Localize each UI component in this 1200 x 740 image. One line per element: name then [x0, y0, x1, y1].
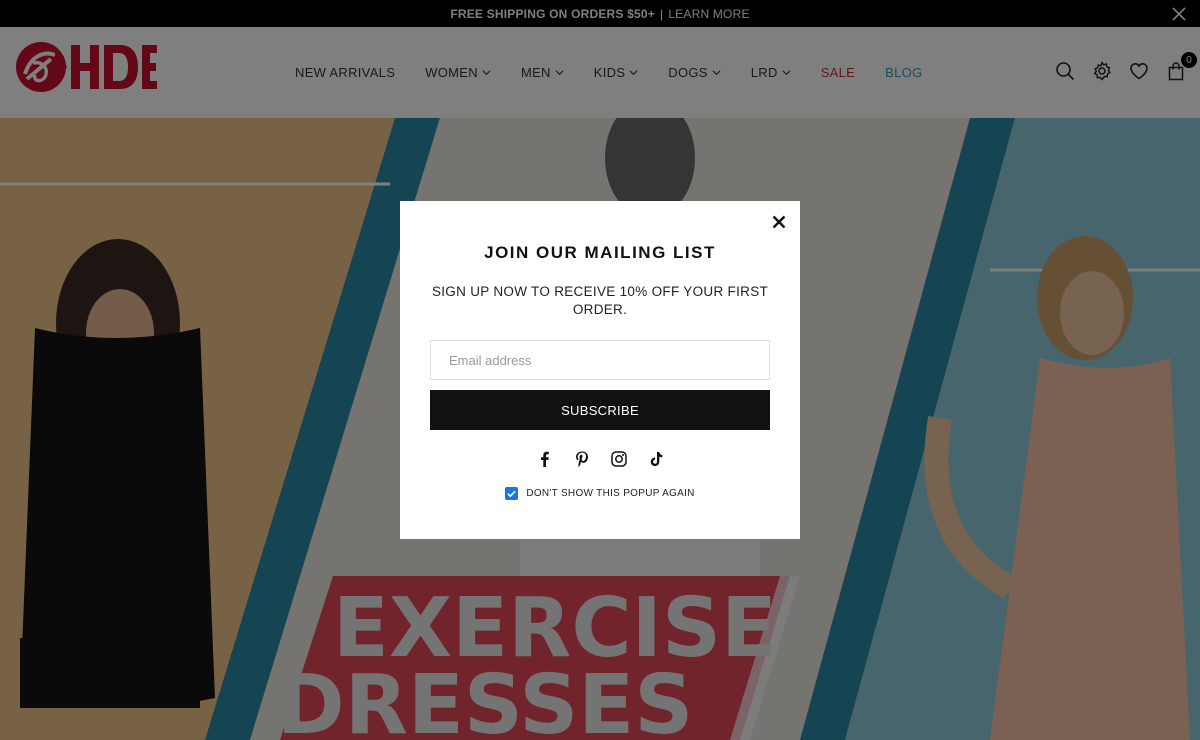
facebook-icon[interactable] [536, 450, 554, 468]
mailing-list-popup: JOIN OUR MAILING LIST SIGN UP NOW TO REC… [400, 201, 800, 539]
dont-show-checkbox[interactable] [505, 487, 519, 500]
close-icon[interactable] [772, 215, 786, 229]
email-field[interactable] [430, 340, 770, 380]
popup-subtitle: SIGN UP NOW TO RECEIVE 10% OFF YOUR FIRS… [431, 284, 769, 317]
dont-show-label: DON'T SHOW THIS POPUP AGAIN [526, 488, 695, 499]
dont-show-again[interactable]: DON'T SHOW THIS POPUP AGAIN [400, 487, 800, 500]
instagram-icon[interactable] [610, 450, 628, 468]
subscribe-button[interactable]: SUBSCRIBE [430, 390, 770, 430]
pinterest-icon[interactable] [573, 450, 591, 468]
tiktok-icon[interactable] [647, 450, 665, 468]
social-links [400, 450, 800, 468]
popup-title: JOIN OUR MAILING LIST [484, 243, 716, 262]
